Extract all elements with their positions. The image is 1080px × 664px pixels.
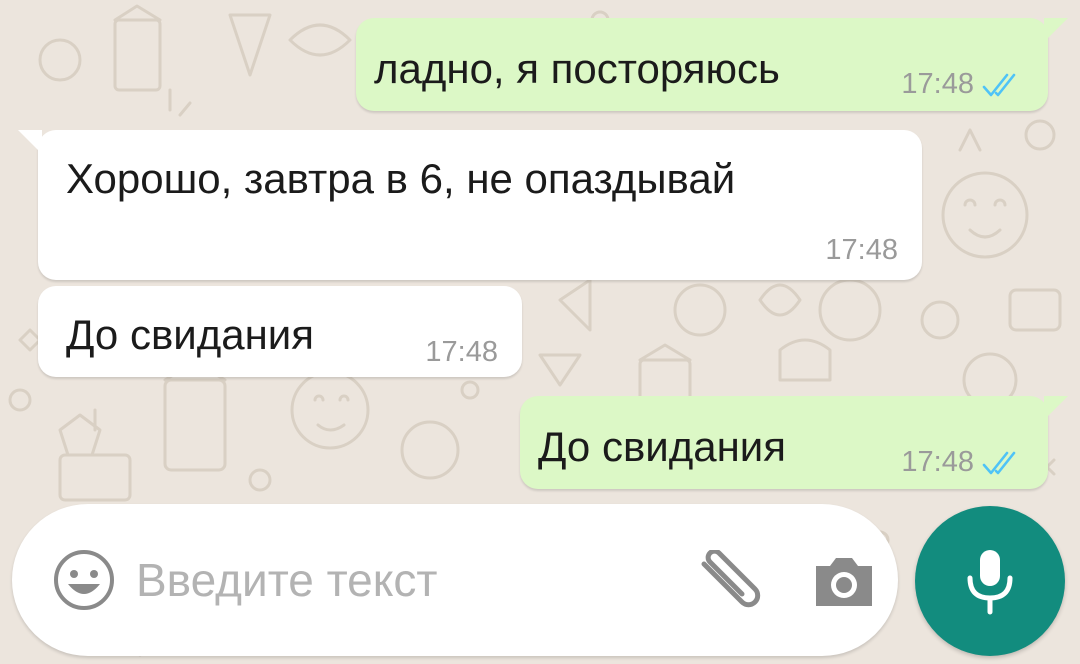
microphone-icon <box>967 550 1013 615</box>
message-time: 17:48 <box>825 234 898 266</box>
message-meta: 17:48 <box>825 236 898 265</box>
record-voice-button[interactable] <box>915 506 1065 656</box>
message-meta: 17:48 <box>425 338 498 367</box>
message-bubble-incoming[interactable]: Хорошо, завтра в 6, не опаздывай 17:48 <box>18 130 922 280</box>
bubble-tail <box>18 130 42 154</box>
message-text: ладно, я посторяюсь <box>374 45 780 92</box>
message-time: 17:48 <box>901 446 974 478</box>
message-text: Хорошо, завтра в 6, не опаздывай <box>66 155 736 202</box>
message-meta: 17:48 <box>901 448 1022 477</box>
message-time: 17:48 <box>425 336 498 368</box>
message-bubble-outgoing[interactable]: До свидания 17:48 <box>520 396 1068 489</box>
double-check-read-icon <box>982 73 1016 96</box>
bubble-tail <box>1044 18 1068 42</box>
bubble-tail <box>1044 396 1068 420</box>
camera-icon[interactable] <box>812 552 876 610</box>
smiley-icon[interactable] <box>52 548 116 612</box>
message-bubble-incoming[interactable]: До свидания 17:48 <box>38 286 522 377</box>
message-text: До свидания <box>538 423 786 470</box>
paperclip-icon[interactable] <box>692 550 764 614</box>
message-bubble-outgoing[interactable]: ладно, я посторяюсь 17:48 <box>356 18 1068 111</box>
double-check-read-icon <box>982 451 1016 474</box>
message-time: 17:48 <box>901 68 974 100</box>
message-composer <box>12 504 898 656</box>
message-meta: 17:48 <box>901 70 1022 99</box>
message-text: До свидания <box>66 311 314 358</box>
message-input[interactable] <box>136 542 656 618</box>
